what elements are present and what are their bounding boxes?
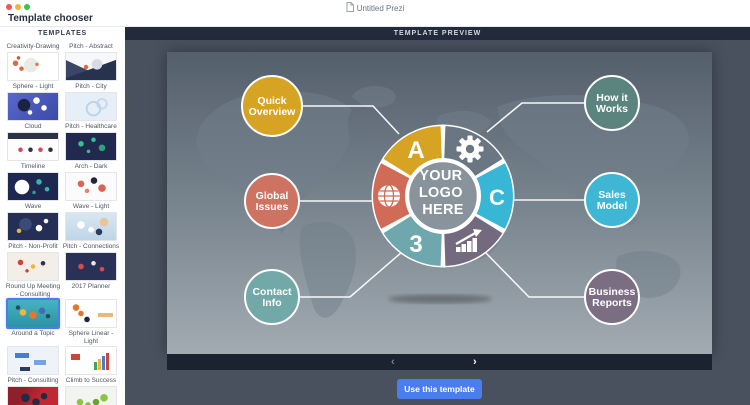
template-label: Climb to Success: [62, 377, 120, 385]
next-page-button[interactable]: ›: [473, 355, 477, 369]
template-label: Pitch - City: [62, 83, 120, 91]
template-item[interactable]: Pitch - Non-Profit: [4, 212, 62, 251]
template-item[interactable]: Sales KickOff - Energy: [4, 386, 62, 405]
template-label: Round Up Meeting - Consulting: [4, 283, 62, 298]
template-thumbnail[interactable]: [65, 299, 117, 328]
template-label: Wave: [4, 203, 62, 211]
gear-icon: [457, 136, 484, 163]
template-item[interactable]: Sphere Linear - Light: [62, 299, 120, 345]
bubble-sales-model: SalesModel: [585, 173, 639, 227]
svg-text:BusinessReports: BusinessReports: [589, 286, 636, 309]
document-title-text: Untitled Prezi: [357, 4, 405, 13]
template-thumbnail[interactable]: [65, 252, 117, 281]
template-item[interactable]: Arch - Dark: [62, 132, 120, 171]
template-item[interactable]: Wave - Light: [62, 172, 120, 211]
template-item[interactable]: Wave: [4, 172, 62, 211]
template-item[interactable]: Company Meeting - Simple: [62, 386, 120, 405]
preview-panel: TEMPLATE PREVIEW: [125, 27, 750, 405]
template-label: Wave - Light: [62, 203, 120, 211]
template-item[interactable]: 2017 Planner: [62, 252, 120, 298]
template-thumbnail[interactable]: [65, 52, 117, 81]
template-thumbnail[interactable]: [7, 92, 59, 121]
template-label: Creativity-Drawing: [4, 43, 62, 50]
template-label: Pitch - Non-Profit: [4, 243, 62, 251]
template-label: Pitch - Connections: [62, 243, 120, 251]
bubble-global-issues: GlobalIssues: [245, 174, 299, 228]
bubble-contact-info: ContactInfo: [245, 270, 299, 324]
preview-pager: ‹ ›: [167, 354, 712, 370]
template-item[interactable]: Timeline: [4, 132, 62, 171]
template-sidebar[interactable]: TEMPLATES Creativity-Drawing Pitch - Abs…: [0, 27, 125, 405]
document-icon: [346, 2, 354, 12]
template-item[interactable]: Climb to Success: [62, 346, 120, 385]
svg-text:GlobalIssues: GlobalIssues: [256, 190, 289, 213]
svg-text:SalesModel: SalesModel: [597, 189, 627, 212]
template-item[interactable]: Around a Topic: [4, 299, 62, 345]
template-item[interactable]: Pitch - Connections: [62, 212, 120, 251]
template-label: Arch - Dark: [62, 163, 120, 171]
window-titlebar: Untitled Prezi Template chooser: [0, 0, 750, 27]
segment-number-three: 3: [409, 231, 422, 258]
template-label: Sphere - Light: [4, 83, 62, 91]
template-thumbnail[interactable]: [65, 172, 117, 201]
template-thumbnail[interactable]: [7, 212, 59, 241]
center-logo-text: YOUR LOGO HERE: [419, 168, 467, 218]
template-label: 2017 Planner: [62, 283, 120, 291]
document-title: Untitled Prezi: [0, 2, 750, 13]
template-label: Pitch - Abstract: [62, 43, 120, 50]
template-thumbnail[interactable]: [65, 386, 117, 405]
template-label-row: Creativity-Drawing Pitch - Abstract: [0, 43, 125, 50]
template-thumbnail[interactable]: [7, 172, 59, 201]
globe-icon: [378, 185, 400, 207]
preview-slide: A C 3: [167, 52, 712, 354]
bubble-how-it-works: How itWorks: [585, 76, 639, 130]
template-thumbnail[interactable]: [65, 92, 117, 121]
template-thumbnail[interactable]: [7, 252, 59, 281]
template-label: Pitch - Healthcare: [62, 123, 120, 131]
page-title: Template chooser: [8, 13, 93, 24]
template-thumbnail[interactable]: [7, 52, 59, 81]
template-label: Pitch - Consulting: [4, 377, 62, 385]
template-thumbnail[interactable]: [65, 346, 117, 375]
segment-letter-a: A: [407, 137, 424, 164]
bubble-business-reports: BusinessReports: [585, 270, 639, 324]
preview-header: TEMPLATE PREVIEW: [125, 27, 750, 40]
template-item[interactable]: Sphere - Light: [4, 52, 62, 91]
template-label: Sphere Linear - Light: [62, 330, 120, 345]
svg-text:How itWorks: How itWorks: [596, 92, 628, 115]
segment-letter-c: C: [489, 185, 505, 210]
template-item[interactable]: Pitch - City: [62, 52, 120, 91]
template-thumbnail[interactable]: [65, 132, 117, 161]
template-item[interactable]: Pitch - Healthcare: [62, 92, 120, 131]
template-thumbnail[interactable]: [7, 386, 59, 405]
template-item[interactable]: Round Up Meeting - Consulting: [4, 252, 62, 298]
template-label: Cloud: [4, 123, 62, 131]
template-thumbnail[interactable]: [7, 346, 59, 375]
template-thumbnail[interactable]: [7, 132, 59, 161]
bubble-quick-overview: QuickOverview: [242, 76, 302, 136]
template-thumbnail[interactable]: [65, 212, 117, 241]
template-item[interactable]: Pitch - Consulting: [4, 346, 62, 385]
template-grid: Sphere - Light Pitch - City Cloud Pitch …: [0, 52, 125, 405]
use-template-button[interactable]: Use this template: [397, 379, 482, 399]
template-thumbnail[interactable]: [7, 299, 59, 328]
previous-page-button[interactable]: ‹: [391, 355, 395, 369]
wheel-shadow: [388, 295, 492, 304]
templates-header: TEMPLATES: [0, 27, 125, 40]
topic-wheel: A C 3: [372, 125, 515, 268]
template-label: Timeline: [4, 163, 62, 171]
template-label: Around a Topic: [4, 330, 62, 338]
template-item[interactable]: Cloud: [4, 92, 62, 131]
